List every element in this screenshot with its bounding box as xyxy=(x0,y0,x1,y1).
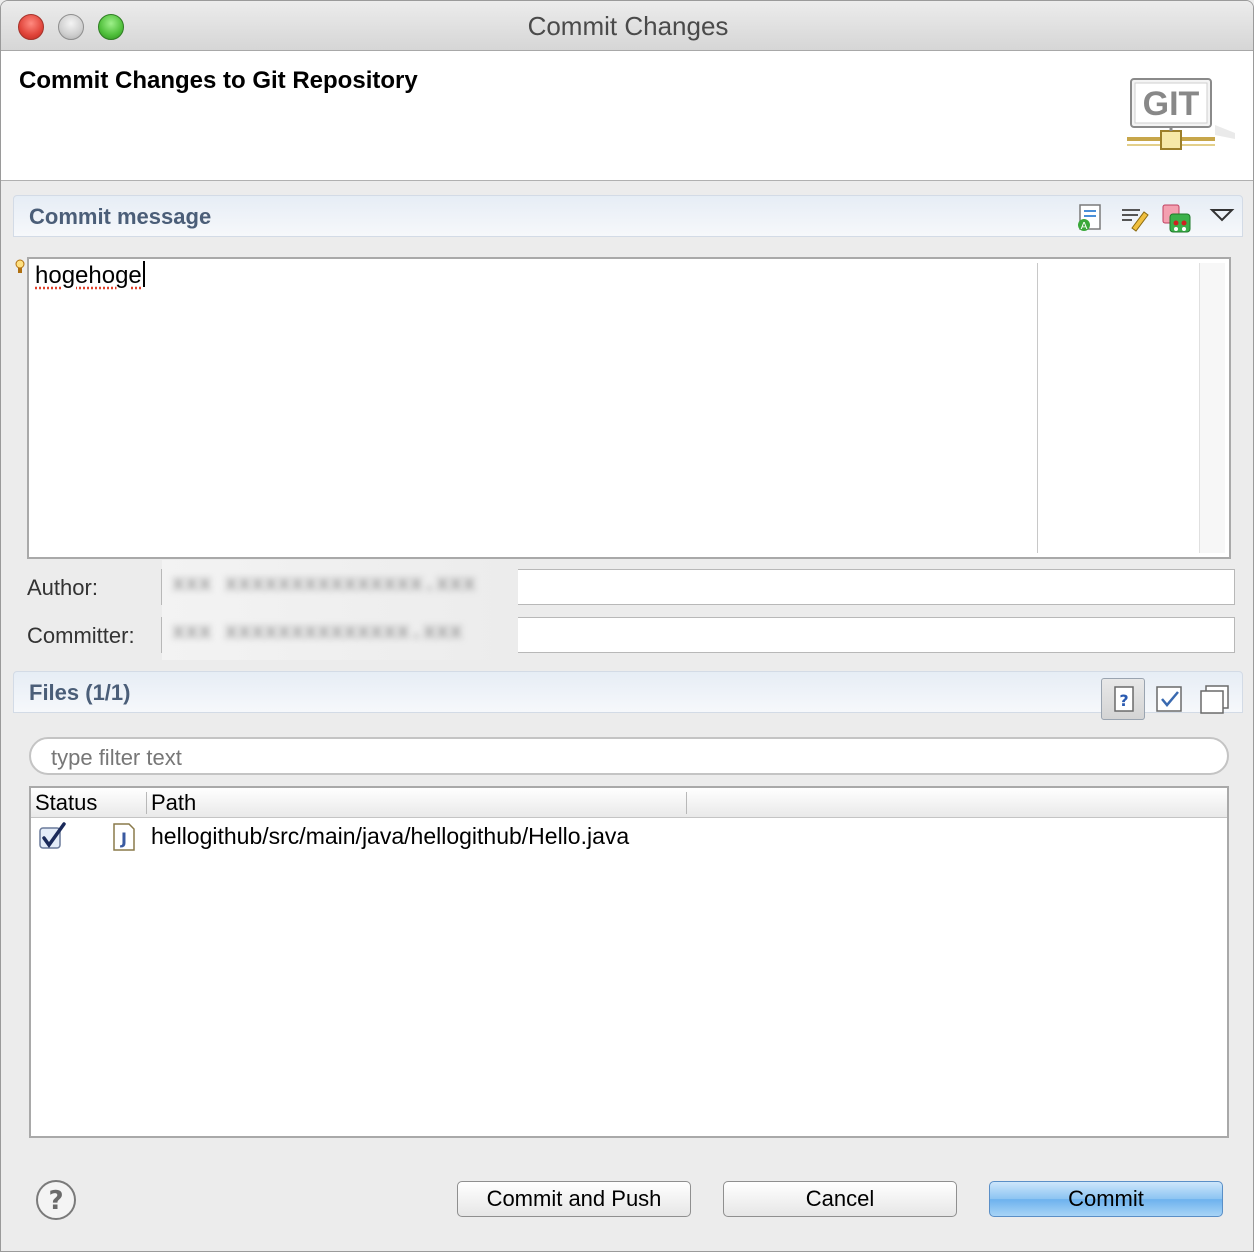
svg-text:GIT: GIT xyxy=(1143,85,1200,123)
deselect-all-icon[interactable] xyxy=(1198,684,1230,716)
select-all-icon[interactable] xyxy=(1154,684,1186,716)
author-field[interactable]: xxx xxxxxxxxxxxxxxx.xxx xyxy=(161,560,1235,612)
file-checkbox[interactable] xyxy=(37,822,67,852)
committer-redacted-area: xxx xxxxxxxxxxxxxx.xxx xyxy=(162,608,518,660)
commit-message-label: Commit message xyxy=(29,204,212,229)
dialog-banner: Commit Changes to Git Repository GIT xyxy=(1,51,1253,181)
svg-text:J: J xyxy=(120,829,127,848)
files-section-header: Files (1/1) ? xyxy=(13,671,1243,720)
window-title: Commit Changes xyxy=(527,11,729,41)
text-caret xyxy=(142,261,145,287)
amend-icon[interactable] xyxy=(1118,202,1150,234)
margin-ruler xyxy=(1037,263,1038,553)
status-column-header[interactable]: Status xyxy=(35,790,97,816)
show-untracked-icon: ? xyxy=(1114,686,1134,712)
commit-message-section-header: Commit message A xyxy=(13,195,1243,237)
files-label: Files (1/1) xyxy=(29,680,131,705)
commit-button[interactable]: Commit xyxy=(989,1181,1223,1217)
svg-text:?: ? xyxy=(1119,691,1128,710)
git-logo-icon: GIT xyxy=(1127,78,1235,150)
svg-text:A: A xyxy=(1081,221,1088,232)
java-file-icon: J xyxy=(113,823,135,851)
column-separator[interactable] xyxy=(686,792,687,814)
dialog-heading: Commit Changes to Git Repository xyxy=(19,67,418,94)
editor-scrollbar[interactable] xyxy=(1199,263,1225,553)
column-separator[interactable] xyxy=(146,792,147,814)
author-label: Author: xyxy=(27,575,98,600)
committer-field[interactable]: xxx xxxxxxxxxxxxxx.xxx xyxy=(161,608,1235,660)
help-icon[interactable]: ? xyxy=(35,1179,77,1221)
committer-label: Committer: xyxy=(27,623,135,648)
show-untracked-toggle[interactable]: ? xyxy=(1101,678,1145,720)
commit-changes-dialog: Commit Changes Commit Changes to Git Rep… xyxy=(0,0,1254,1252)
file-filter-input[interactable]: type filter text xyxy=(29,737,1229,775)
content-assist-icon xyxy=(15,259,25,273)
author-redacted-area: xxx xxxxxxxxxxxxxxx.xxx xyxy=(162,560,518,612)
dropdown-menu-icon[interactable] xyxy=(1206,200,1238,232)
svg-text:?: ? xyxy=(48,1186,63,1216)
table-row[interactable]: J hellogithub/src/main/java/hellogithub/… xyxy=(31,820,1227,854)
commit-and-push-button[interactable]: Commit and Push xyxy=(457,1181,691,1217)
files-table[interactable]: Status Path J hellogithub/src/main/java/… xyxy=(29,786,1229,1138)
cancel-button[interactable]: Cancel xyxy=(723,1181,957,1217)
title-bar[interactable]: Commit Changes xyxy=(1,1,1253,51)
path-column-header[interactable]: Path xyxy=(151,790,196,816)
compute-changeid-icon[interactable] xyxy=(1160,202,1192,234)
add-signed-off-by-icon[interactable]: A xyxy=(1074,202,1106,234)
commit-message-editor[interactable]: hogehoge xyxy=(27,257,1231,559)
table-header: Status Path xyxy=(31,788,1227,818)
commit-message-text[interactable]: hogehoge xyxy=(35,261,145,290)
file-path: hellogithub/src/main/java/hellogithub/He… xyxy=(151,823,630,849)
